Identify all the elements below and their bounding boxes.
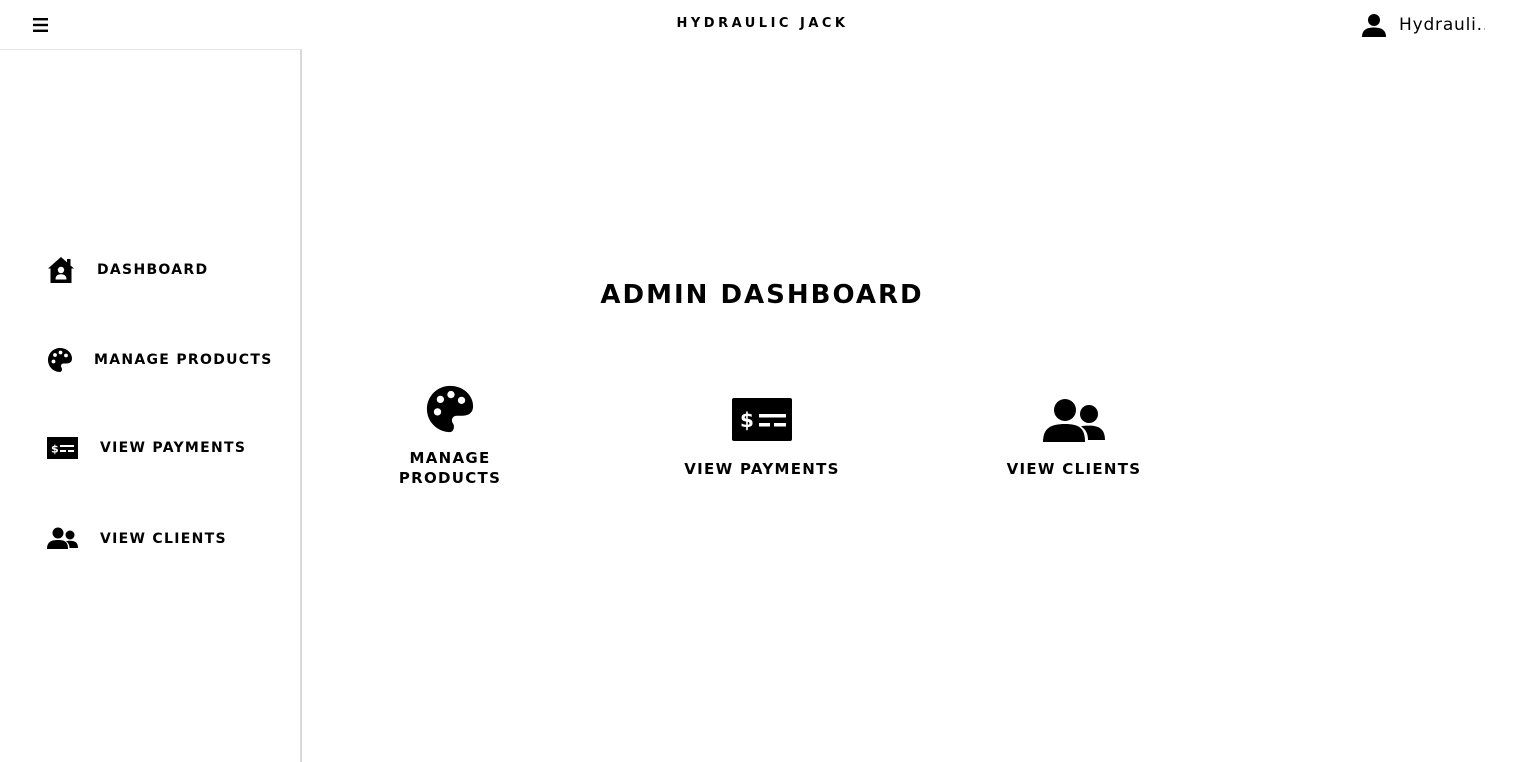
money-check-icon: $	[732, 398, 792, 441]
svg-text:$: $	[51, 443, 59, 456]
user-name: Hydrauli...	[1399, 15, 1485, 35]
sidebar-item-dashboard[interactable]: DASHBOARD	[47, 256, 208, 284]
view-payments-card[interactable]: $ VIEW PAYMENTS	[662, 398, 862, 479]
user-friends-icon	[1043, 398, 1105, 442]
page-title: ADMIN DASHBOARD	[600, 280, 924, 310]
sidebar-item-manage-products[interactable]: MANAGE PRODUCTS	[47, 347, 273, 373]
card-label-line: MANAGE	[409, 449, 491, 467]
card-label: VIEW CLIENTS	[1006, 460, 1142, 478]
main-content: ADMIN DASHBOARD MANAGE PRODUCTS $ VIEW P…	[302, 50, 1525, 762]
user-friends-icon	[47, 527, 100, 551]
user-menu[interactable]: Hydrauli...	[1361, 12, 1485, 38]
sidebar-item-label: MANAGE PRODUCTS	[94, 352, 273, 368]
user-icon	[1362, 14, 1386, 37]
card-label-line: PRODUCTS	[398, 469, 502, 487]
top-header: HYDRAULIC JACK Hydrauli...	[0, 0, 1525, 50]
sidebar-item-view-payments[interactable]: $ VIEW PAYMENTS	[47, 437, 246, 459]
sidebar-item-view-clients[interactable]: VIEW CLIENTS	[47, 527, 227, 551]
view-clients-card[interactable]: VIEW CLIENTS	[974, 398, 1174, 479]
card-label: MANAGE PRODUCTS	[399, 448, 501, 488]
manage-products-card[interactable]: MANAGE PRODUCTS	[350, 384, 550, 488]
sidebar-item-label: VIEW CLIENTS	[100, 531, 227, 547]
svg-text:$: $	[740, 408, 754, 432]
app-title: HYDRAULIC JACK	[676, 16, 849, 31]
sidebar-item-label: DASHBOARD	[97, 262, 209, 278]
palette-icon	[47, 347, 94, 373]
money-check-icon: $	[47, 437, 100, 459]
palette-icon	[425, 384, 475, 434]
house-user-icon	[47, 256, 97, 284]
sidebar-item-label: VIEW PAYMENTS	[100, 440, 247, 456]
sidebar: DASHBOARD MANAGE PRODUCTS $ VIEW PAYMENT…	[0, 49, 302, 762]
card-label: VIEW PAYMENTS	[684, 460, 840, 478]
